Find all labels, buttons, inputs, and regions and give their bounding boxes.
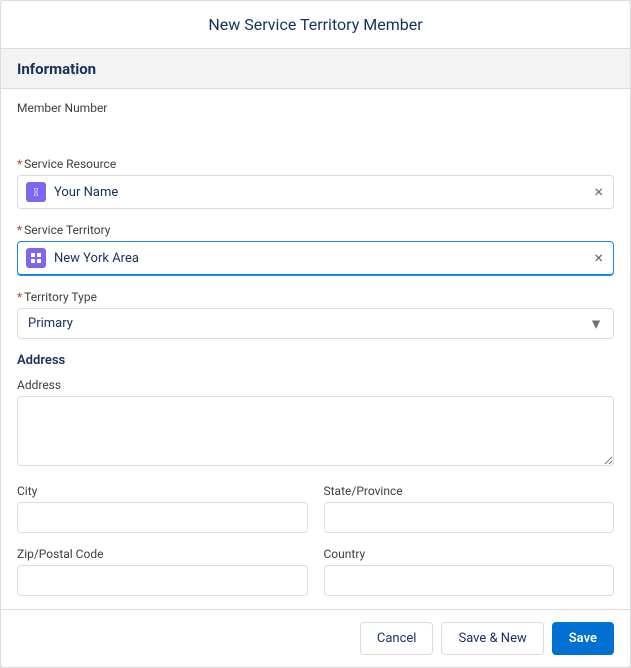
country-label: Country	[324, 547, 615, 561]
required-mark-service-resource: *	[17, 157, 22, 171]
service-resource-label: *Service Resource	[17, 157, 614, 171]
modal-header: New Service Territory Member	[1, 1, 630, 49]
service-resource-input[interactable]	[54, 185, 592, 200]
city-label: City	[17, 484, 308, 498]
city-input[interactable]	[17, 502, 308, 533]
territory-type-select[interactable]: Primary Secondary	[18, 309, 613, 338]
service-resource-input-wrapper[interactable]:  ×	[17, 175, 614, 209]
cancel-button[interactable]: Cancel	[360, 622, 434, 655]
modal-container: New Service Territory Member Information…	[0, 0, 631, 668]
state-province-label: State/Province	[324, 484, 615, 498]
service-resource-group: *Service Resource  ×	[17, 157, 614, 209]
city-group: City	[17, 484, 308, 533]
address-textarea[interactable]	[17, 396, 614, 466]
state-province-group: State/Province	[324, 484, 615, 533]
address-section-label: Address	[17, 353, 614, 368]
service-territory-icon	[26, 248, 46, 268]
service-territory-group: *Service Territory ×	[17, 223, 614, 276]
service-territory-clear-button[interactable]: ×	[592, 250, 605, 266]
zip-input[interactable]	[17, 565, 308, 596]
section-information-header: Information	[1, 49, 630, 89]
save-new-button[interactable]: Save & New	[441, 622, 543, 655]
country-input[interactable]	[324, 565, 615, 596]
service-resource-icon: 	[26, 182, 46, 202]
territory-type-group: *Territory Type Primary Secondary ▼	[17, 290, 614, 339]
form-body: Member Number *Service Resource  ×	[1, 89, 630, 609]
city-state-row: City State/Province	[17, 484, 614, 547]
state-province-input[interactable]	[324, 502, 615, 533]
member-number-value	[17, 119, 614, 143]
address-label: Address	[17, 378, 614, 392]
country-group: Country	[324, 547, 615, 596]
territory-type-label: *Territory Type	[17, 290, 614, 304]
service-territory-input[interactable]	[54, 251, 592, 266]
section-information-title: Information	[17, 60, 96, 78]
service-territory-input-wrapper[interactable]: ×	[17, 241, 614, 276]
zip-label: Zip/Postal Code	[17, 547, 308, 561]
service-resource-clear-button[interactable]: ×	[592, 184, 605, 200]
service-territory-label: *Service Territory	[17, 223, 614, 237]
address-group: Address	[17, 378, 614, 470]
modal-body: Information Member Number *Service Resou…	[1, 49, 630, 609]
save-button[interactable]: Save	[552, 622, 614, 655]
modal-footer: Cancel Save & New Save	[1, 609, 630, 667]
required-mark-territory-type: *	[17, 290, 22, 304]
member-number-group: Member Number	[17, 101, 614, 143]
territory-type-select-wrapper: Primary Secondary ▼	[17, 308, 614, 339]
modal-title: New Service Territory Member	[17, 15, 614, 34]
required-mark-service-territory: *	[17, 223, 22, 237]
zip-country-row: Zip/Postal Code Country	[17, 547, 614, 609]
zip-group: Zip/Postal Code	[17, 547, 308, 596]
member-number-label: Member Number	[17, 101, 614, 115]
